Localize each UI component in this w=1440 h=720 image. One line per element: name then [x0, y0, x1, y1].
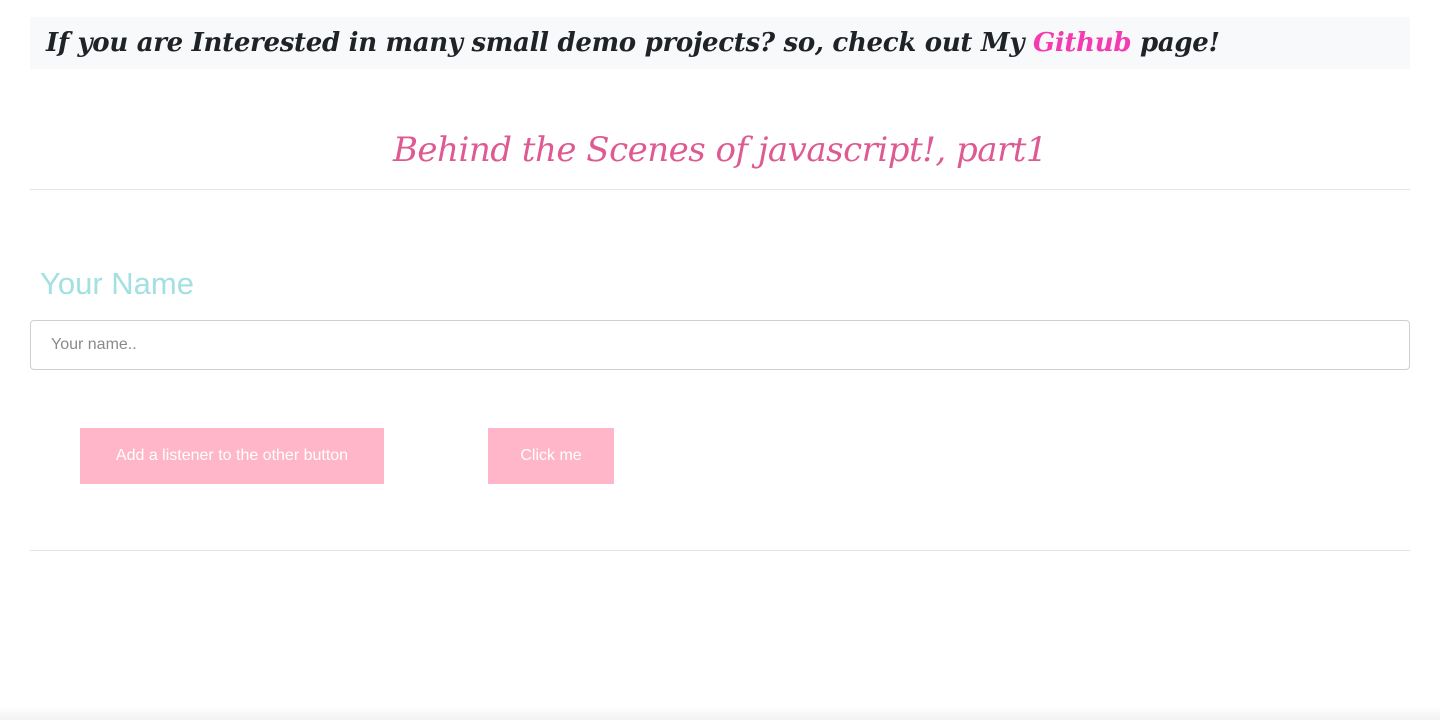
- bottom-divider: [30, 550, 1410, 551]
- bottom-shadow: [0, 706, 1440, 720]
- name-input[interactable]: [30, 320, 1410, 370]
- github-banner: If you are Interested in many small demo…: [30, 17, 1410, 69]
- github-link[interactable]: Github: [1033, 28, 1132, 58]
- page-title: Behind the Scenes of javascript!, part1: [392, 130, 1048, 170]
- click-me-button[interactable]: Click me: [488, 428, 614, 484]
- banner-text-before: If you are Interested in many small demo…: [46, 28, 1033, 58]
- banner-text-after: page!: [1131, 28, 1220, 58]
- name-label: Your Name: [40, 266, 194, 301]
- banner-text: If you are Interested in many small demo…: [46, 28, 1220, 58]
- top-divider: [30, 189, 1410, 190]
- add-listener-button[interactable]: Add a listener to the other button: [80, 428, 384, 484]
